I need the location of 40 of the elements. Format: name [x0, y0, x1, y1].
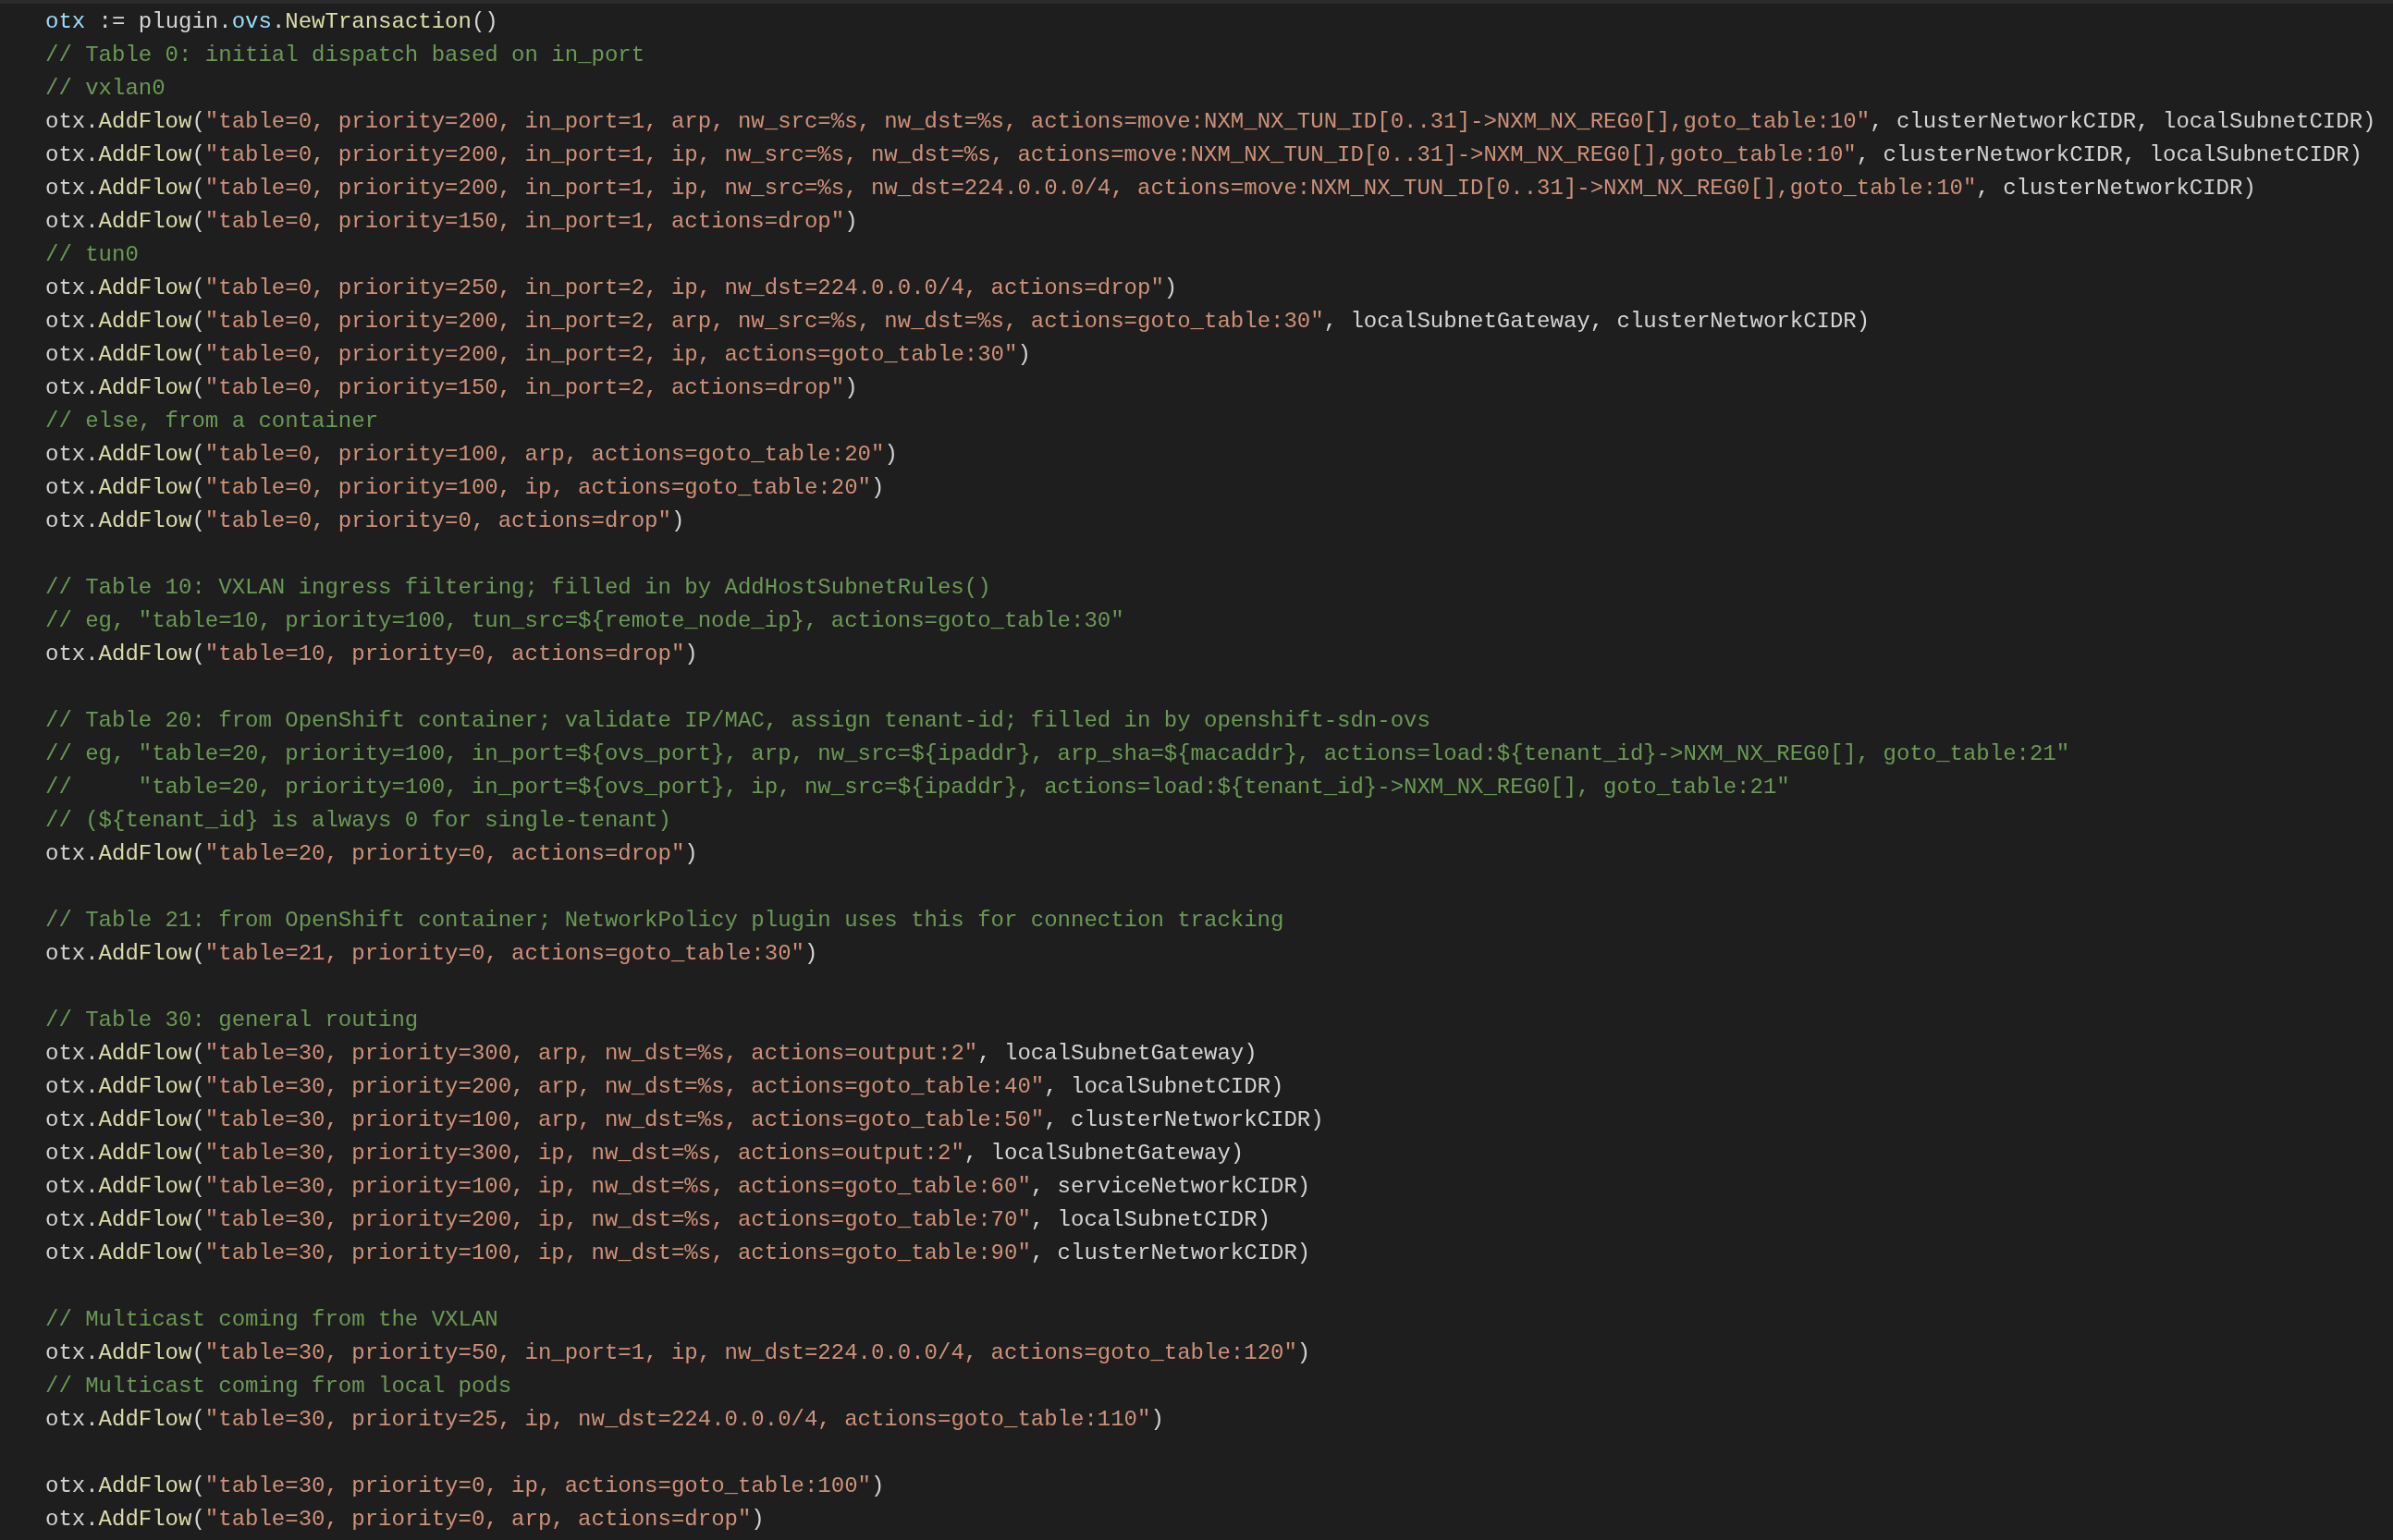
code-line: // eg, "table=10, priority=100, tun_src=${remote_node_ip}, actions=goto_table:30": [45, 607, 1124, 635]
code-line: // Multicast coming from the VXLAN: [45, 1306, 498, 1334]
code-line: otx.AddFlow("table=30, priority=100, ip, nw_dst=%s, actions=goto_table:60", serviceNetworkCIDR): [45, 1173, 1311, 1201]
code-line: otx.AddFlow("table=0, priority=200, in_port=1, ip, nw_src=%s, nw_dst=224.0.0.0/4, actions=move:NXM_NX_TUN_ID[0..31]->NXM_NX_REG0[],goto_table:10", clusterNetworkCIDR): [45, 175, 2256, 202]
code-line: // Multicast coming from local pods: [45, 1373, 512, 1400]
code-line: otx.AddFlow("table=30, priority=300, arp, nw_dst=%s, actions=output:2", localSubnetGateway): [45, 1040, 1258, 1068]
code-line: otx.AddFlow("table=0, priority=200, in_port=1, arp, nw_src=%s, nw_dst=%s, actions=move:NXM_NX_TUN_ID[0..31]->NXM_NX_REG0[],goto_table:10", clusterNetworkCIDR, localSubnetCIDR): [45, 108, 2376, 136]
code-line: // Table 20: from OpenShift container; validate IP/MAC, assign tenant-id; filled in by openshift-sdn-ovs: [45, 707, 1430, 735]
code-line: otx.AddFlow("table=0, priority=200, in_port=1, ip, nw_src=%s, nw_dst=%s, actions=move:NXM_NX_TUN_ID[0..31]->NXM_NX_REG0[],goto_table:10", clusterNetworkCIDR, localSubnetCIDR): [45, 141, 2363, 169]
code-line: // vxlan0: [45, 75, 166, 103]
code-line: otx.AddFlow("table=30, priority=200, ip, nw_dst=%s, actions=goto_table:70", localSubnetCIDR): [45, 1206, 1271, 1234]
code-line: otx.AddFlow("table=30, priority=300, ip, nw_dst=%s, actions=output:2", localSubnetGateway): [45, 1140, 1245, 1167]
code-line: // Table 30: general routing: [45, 1007, 419, 1034]
code-line: otx.AddFlow("table=30, priority=25, ip, nw_dst=224.0.0.0/4, actions=goto_table:110"): [45, 1406, 1164, 1434]
code-line: otx.AddFlow("table=0, priority=150, in_port=1, actions=drop"): [45, 208, 858, 236]
code-line: // Table 10: VXLAN ingress filtering; filled in by AddHostSubnetRules(): [45, 574, 991, 602]
code-line: otx.AddFlow("table=0, priority=100, arp, actions=goto_table:20"): [45, 441, 898, 469]
code-line: // else, from a container: [45, 408, 379, 435]
code-line: otx.AddFlow("table=10, priority=0, actions=drop"): [45, 641, 698, 668]
code-line: otx.AddFlow("table=30, priority=100, arp, nw_dst=%s, actions=goto_table:50", clusterNetworkCIDR): [45, 1106, 1324, 1134]
code-line: // tun0: [45, 241, 139, 269]
code-line: otx.AddFlow("table=0, priority=0, actions=drop"): [45, 507, 685, 535]
code-line: // "table=20, priority=100, in_port=${ovs_port}, ip, nw_src=${ipaddr}, actions=load:${tenant_id}->NXM_NX_REG0[], goto_table:21": [45, 774, 1790, 801]
code-line: otx.AddFlow("table=30, priority=100, ip, nw_dst=%s, actions=goto_table:90", clusterNetworkCIDR): [45, 1240, 1311, 1267]
code-line: otx.AddFlow("table=0, priority=100, ip, actions=goto_table:20"): [45, 474, 885, 502]
code-line: // (${tenant_id} is always 0 for single-tenant): [45, 807, 671, 835]
code-line: otx.AddFlow("table=30, priority=50, in_port=1, ip, nw_dst=224.0.0.0/4, actions=goto_table:120"): [45, 1339, 1311, 1367]
code-line: otx.AddFlow("table=21, priority=0, actions=goto_table:30"): [45, 940, 818, 968]
code-line: otx.AddFlow("table=0, priority=150, in_port=2, actions=drop"): [45, 374, 858, 402]
code-line: otx := plugin.ovs.NewTransaction(): [45, 8, 498, 36]
code-line: otx.AddFlow("table=30, priority=0, ip, actions=goto_table:100"): [45, 1473, 885, 1500]
code-line: otx.AddFlow("table=20, priority=0, actions=drop"): [45, 840, 698, 868]
code-line: otx.AddFlow("table=0, priority=200, in_port=2, arp, nw_src=%s, nw_dst=%s, actions=goto_table:30", localSubnetGateway, clusterNetworkCIDR): [45, 308, 1871, 336]
code-line: otx.AddFlow("table=30, priority=200, arp, nw_dst=%s, actions=goto_table:40", localSubnetCIDR): [45, 1073, 1284, 1101]
code-line: otx.AddFlow("table=0, priority=200, in_port=2, ip, actions=goto_table:30"): [45, 341, 1031, 369]
code-line: // Table 0: initial dispatch based on in_port: [45, 42, 645, 69]
code-line: otx.AddFlow("table=30, priority=0, arp, actions=drop"): [45, 1506, 765, 1534]
code-line: // Table 21: from OpenShift container; NetworkPolicy plugin uses this for connection tracking: [45, 907, 1284, 935]
code-line: otx.AddFlow("table=0, priority=250, in_port=2, ip, nw_dst=224.0.0.0/4, actions=drop"): [45, 275, 1178, 302]
code-line: // eg, "table=20, priority=100, in_port=${ovs_port}, arp, nw_src=${ipaddr}, arp_sha=${macaddr}, actions=load:${tenant_id}->NXM_NX_REG0[], goto_table:21": [45, 740, 2070, 768]
